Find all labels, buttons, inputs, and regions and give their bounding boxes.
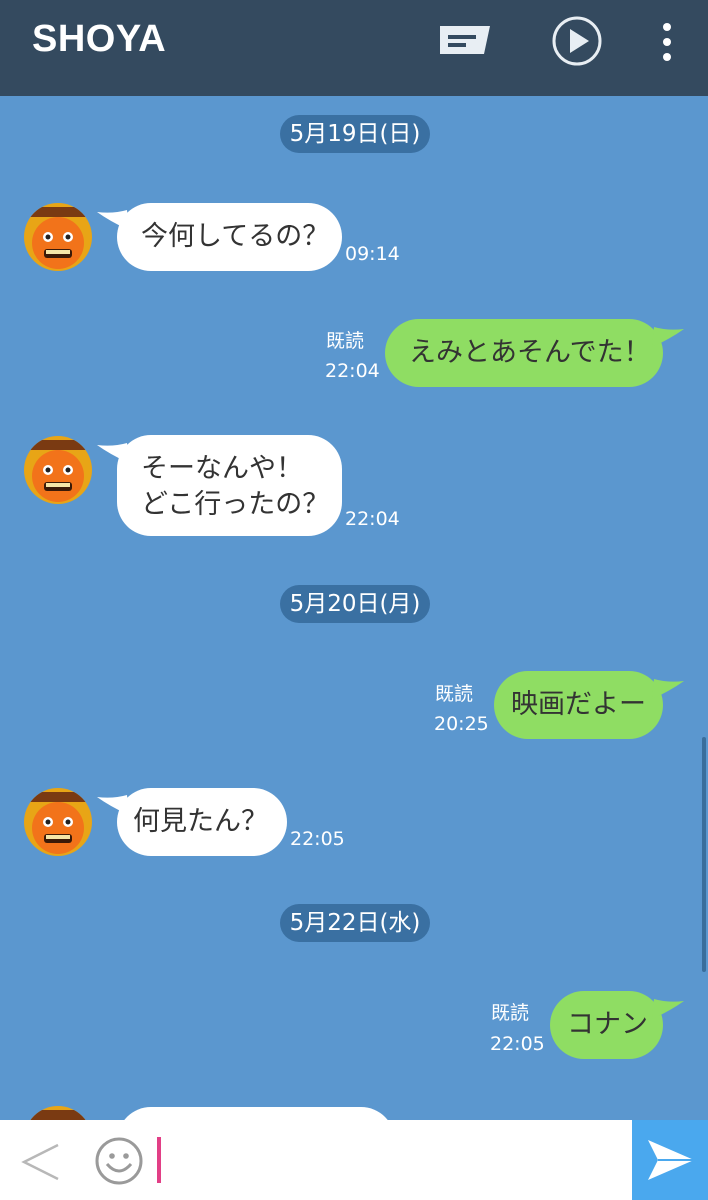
chat-header: SHOYA [0,0,708,96]
play-icon[interactable] [551,15,603,67]
message-time: 22:05 [490,1033,545,1055]
contact-name[interactable]: SHOYA [32,18,166,61]
more-vertical-icon[interactable] [658,22,676,62]
message-text: 何見たん？ [133,806,268,837]
notes-icon[interactable] [438,24,492,60]
message-text: コナン [567,1009,648,1040]
message-bubble-incoming[interactable]: 今何してるの？ [117,203,342,271]
message-time: 09:14 [345,243,400,265]
read-receipt: 既読 [326,330,365,352]
bubble-tail [652,679,684,699]
contact-avatar[interactable] [24,203,92,271]
date-separator: 5月22日(水) [280,904,430,942]
contact-avatar[interactable] [24,436,92,504]
message-text: 映画だよー [511,689,646,720]
message-bubble-outgoing[interactable]: 映画だよー [494,671,663,739]
message-text: えみとあそんでた！ [409,337,651,368]
bubble-tail [652,999,684,1019]
bubble-tail [652,327,684,347]
message-time: 22:04 [325,360,380,382]
text-cursor [157,1137,161,1183]
message-time: 22:05 [290,828,345,850]
message-time: 22:04 [345,508,400,530]
message-bubble-outgoing[interactable]: えみとあそんでた！ [385,319,663,387]
back-icon[interactable] [20,1141,62,1183]
date-separator: 5月19日(日) [280,115,430,153]
message-input[interactable] [160,1130,622,1190]
message-bubble-outgoing[interactable]: コナン [550,991,663,1059]
message-bubble-incoming[interactable]: そーなんや！ どこ行ったの？ [117,435,342,536]
emoji-icon[interactable] [94,1136,144,1186]
send-icon [648,1140,694,1180]
message-text: そーなんや！ どこ行ったの？ [141,453,330,520]
read-receipt: 既読 [491,1002,530,1024]
contact-avatar[interactable] [24,788,92,856]
message-bubble-incoming[interactable]: 何見たん？ [117,788,287,856]
message-time: 20:25 [434,713,489,735]
read-receipt: 既読 [435,683,474,705]
message-text: 今何してるの？ [141,221,330,252]
scrollbar[interactable] [702,737,706,972]
date-separator: 5月20日(月) [280,585,430,623]
send-button[interactable] [632,1120,708,1200]
